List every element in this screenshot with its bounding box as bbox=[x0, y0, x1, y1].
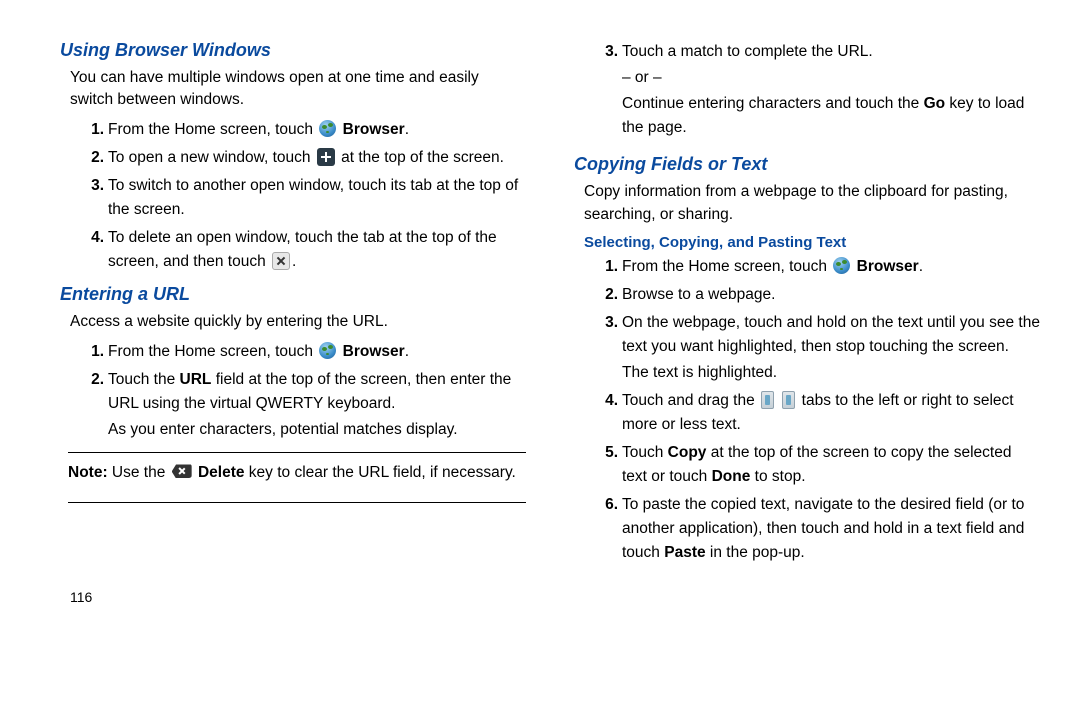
divider-top bbox=[68, 452, 526, 453]
text: To open a new window, touch bbox=[108, 149, 315, 166]
text-a: Touch a match to complete the URL. bbox=[622, 43, 873, 60]
t3: to stop. bbox=[750, 468, 805, 485]
note: Note: Use the Delete key to clear the UR… bbox=[68, 461, 526, 492]
go-label: Go bbox=[924, 95, 946, 112]
step-6: To paste the copied text, navigate to th… bbox=[598, 493, 1040, 565]
intro-browser-windows: You can have multiple windows open at on… bbox=[70, 67, 526, 112]
steps-url-continued: Touch a match to complete the URL. – or … bbox=[598, 40, 1040, 140]
globe-icon bbox=[319, 342, 336, 359]
manual-page: Using Browser Windows You can have multi… bbox=[0, 0, 1080, 625]
globe-icon bbox=[833, 257, 850, 274]
text: To switch to another open window, touch … bbox=[108, 177, 518, 218]
t1: Touch bbox=[622, 444, 668, 461]
substep: As you enter characters, potential match… bbox=[108, 418, 526, 442]
step-2: Touch the URL field at the top of the sc… bbox=[84, 368, 526, 442]
note-text-c: key to clear the URL field, if necessary… bbox=[244, 464, 515, 481]
selection-handle-right-icon bbox=[782, 391, 795, 409]
text: From the Home screen, touch bbox=[108, 121, 317, 138]
left-column: Using Browser Windows You can have multi… bbox=[60, 40, 526, 605]
note-label: Note: bbox=[68, 464, 108, 481]
step-3: Touch a match to complete the URL. – or … bbox=[598, 40, 1040, 140]
or: – or – bbox=[622, 66, 1040, 90]
browser-label: Browser bbox=[857, 258, 919, 275]
browser-label: Browser bbox=[343, 121, 405, 138]
period: . bbox=[405, 343, 409, 360]
step-2: To open a new window, touch at the top o… bbox=[84, 146, 526, 170]
t1: Continue entering characters and touch t… bbox=[622, 95, 924, 112]
paste-label: Paste bbox=[664, 544, 705, 561]
step-1: From the Home screen, touch Browser. bbox=[84, 118, 526, 142]
browser-label: Browser bbox=[343, 343, 405, 360]
period: . bbox=[405, 121, 409, 138]
heading-copying-fields: Copying Fields or Text bbox=[574, 154, 1040, 175]
note-text-a: Use the bbox=[108, 464, 170, 481]
subheading-selecting-copying: Selecting, Copying, and Pasting Text bbox=[584, 234, 1040, 251]
step-3: On the webpage, touch and hold on the te… bbox=[598, 311, 1040, 385]
text: To delete an open window, touch the tab … bbox=[108, 229, 497, 270]
text: Browse to a webpage. bbox=[622, 286, 775, 303]
step-5: Touch Copy at the top of the screen to c… bbox=[598, 441, 1040, 489]
steps-copying: From the Home screen, touch Browser. Bro… bbox=[598, 255, 1040, 565]
step-2: Browse to a webpage. bbox=[598, 283, 1040, 307]
period: . bbox=[919, 258, 923, 275]
done-label: Done bbox=[712, 468, 751, 485]
delete-label: Delete bbox=[198, 464, 245, 481]
step-4: To delete an open window, touch the tab … bbox=[84, 226, 526, 274]
delete-key-icon bbox=[172, 464, 192, 478]
plus-icon bbox=[317, 148, 335, 166]
copy-label: Copy bbox=[668, 444, 707, 461]
text: Touch the bbox=[108, 371, 180, 388]
text: From the Home screen, touch bbox=[108, 343, 317, 360]
period: . bbox=[292, 253, 296, 270]
intro-copying: Copy information from a webpage to the c… bbox=[584, 181, 1040, 226]
right-column: Touch a match to complete the URL. – or … bbox=[574, 40, 1040, 605]
heading-entering-url: Entering a URL bbox=[60, 284, 526, 305]
text-after: at the top of the screen. bbox=[337, 149, 504, 166]
divider-bottom bbox=[68, 502, 526, 503]
intro-entering-url: Access a website quickly by entering the… bbox=[70, 311, 526, 333]
url-label: URL bbox=[180, 371, 212, 388]
page-number: 116 bbox=[60, 589, 526, 605]
globe-icon bbox=[319, 120, 336, 137]
text-a: Touch and drag the bbox=[622, 392, 759, 409]
text: From the Home screen, touch bbox=[622, 258, 831, 275]
t2: in the pop-up. bbox=[706, 544, 805, 561]
text: On the webpage, touch and hold on the te… bbox=[622, 314, 1040, 355]
selection-handle-left-icon bbox=[761, 391, 774, 409]
steps-browser-windows: From the Home screen, touch Browser. To … bbox=[84, 118, 526, 274]
step-1: From the Home screen, touch Browser. bbox=[84, 340, 526, 364]
substep: The text is highlighted. bbox=[622, 361, 1040, 385]
step-1: From the Home screen, touch Browser. bbox=[598, 255, 1040, 279]
steps-entering-url: From the Home screen, touch Browser. Tou… bbox=[84, 340, 526, 442]
close-icon bbox=[272, 252, 290, 270]
continue: Continue entering characters and touch t… bbox=[622, 92, 1040, 140]
step-4: Touch and drag the tabs to the left or r… bbox=[598, 389, 1040, 437]
heading-using-browser-windows: Using Browser Windows bbox=[60, 40, 526, 61]
step-3: To switch to another open window, touch … bbox=[84, 174, 526, 222]
